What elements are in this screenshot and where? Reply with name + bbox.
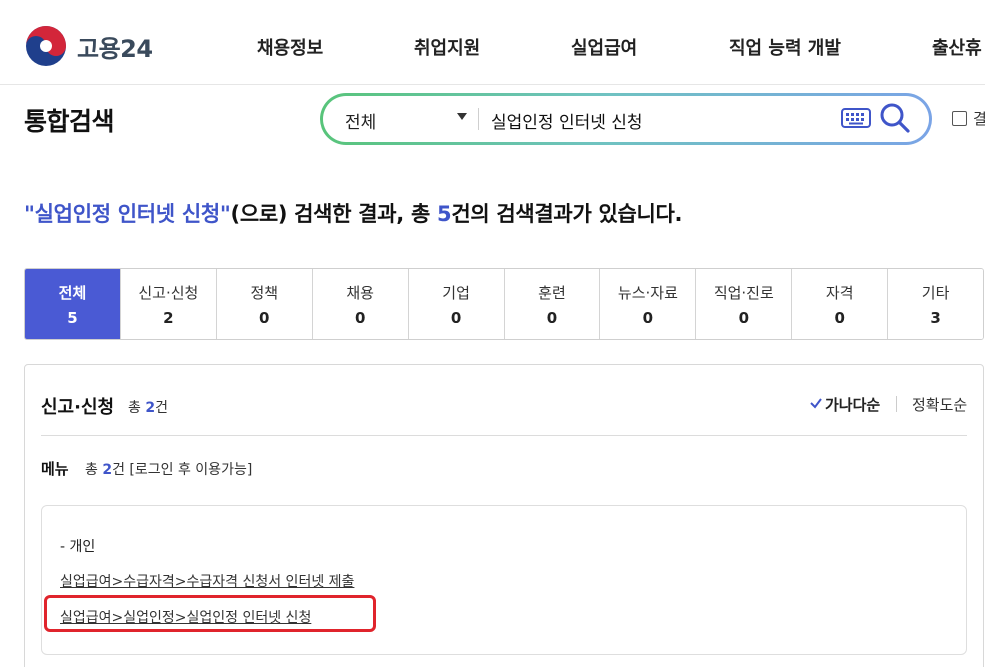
- keyboard-icon[interactable]: [841, 108, 871, 128]
- headline-mid-text: (으로) 검색한 결과, 총: [230, 202, 437, 226]
- sort-accuracy-button[interactable]: 정확도순: [912, 394, 967, 415]
- search-inner: 전체 실업인정 인터넷 신청: [323, 96, 929, 142]
- tab-career[interactable]: 직업·진로 0: [695, 269, 792, 339]
- tab-training[interactable]: 훈련 0: [503, 269, 600, 339]
- headline-count: 5: [437, 202, 452, 226]
- menu-total-prefix: 총: [85, 462, 103, 478]
- tab-policy[interactable]: 정책 0: [215, 269, 312, 339]
- section-total: 총 2건: [128, 397, 168, 417]
- tab-hiring[interactable]: 채용 0: [311, 269, 408, 339]
- search-icon[interactable]: [879, 102, 911, 134]
- search-divider: [478, 108, 479, 130]
- search-option-label: 결: [973, 110, 985, 128]
- tab-label: 채용: [346, 283, 374, 302]
- tab-report-apply[interactable]: 신고·신청 2: [119, 269, 216, 339]
- tab-certificate[interactable]: 자격 0: [791, 269, 888, 339]
- page-title: 통합검색: [24, 107, 115, 136]
- group-label: - 개인: [60, 539, 96, 555]
- headline-end-text: 건의 검색결과가 있습니다.: [451, 202, 683, 226]
- result-link[interactable]: 실업급여>실업인정>실업인정 인터넷 신청: [60, 607, 311, 627]
- nav-item-employment-support[interactable]: 취업지원: [414, 34, 480, 60]
- search-input[interactable]: 실업인정 인터넷 신청: [491, 108, 643, 133]
- menu-total-suffix: 건 [로그인 후 이용가능]: [112, 462, 253, 478]
- section-divider: [41, 435, 967, 436]
- tab-label: 기업: [442, 283, 470, 302]
- tab-count: 5: [67, 308, 78, 327]
- search-box: 전체 실업인정 인터넷 신청: [320, 93, 932, 145]
- tab-count: 0: [738, 308, 750, 327]
- check-icon: [810, 398, 822, 409]
- tab-label: 정책: [250, 283, 279, 302]
- tab-count: 0: [450, 308, 462, 327]
- sort-alphabetical-button[interactable]: 가나다순: [825, 394, 880, 415]
- tab-count: 0: [546, 308, 558, 327]
- tab-news[interactable]: 뉴스·자료 0: [599, 269, 696, 339]
- tab-label: 훈련: [538, 283, 566, 302]
- taegeuk-logo-icon: [26, 26, 66, 66]
- menu-total: 총 2건 [로그인 후 이용가능]: [85, 459, 252, 479]
- menu-result-card: - 개인 실업급여>수급자격>수급자격 신청서 인터넷 제출 실업급여>실업인정…: [41, 505, 967, 655]
- tab-count: 0: [354, 308, 366, 327]
- category-tabs: 전체 5 신고·신청 2 정책 0 채용 0 기업 0 훈련 0 뉴스·자료 0 직업·진로 0…: [24, 268, 984, 340]
- top-header: 고용24 채용정보 취업지원 실업급여 직업 능력 개발 출산휴: [0, 0, 985, 85]
- caret-down-icon[interactable]: [457, 113, 467, 120]
- tab-all[interactable]: 전체 5: [25, 269, 120, 339]
- menu-total-count: 2: [102, 462, 113, 478]
- tab-count: 2: [163, 308, 174, 327]
- tab-label: 전체: [58, 283, 87, 302]
- section-total-prefix: 총: [128, 400, 146, 416]
- tab-label: 기타: [921, 283, 950, 302]
- nav-item-skills-development[interactable]: 직업 능력 개발: [729, 34, 841, 60]
- headline-quote-open: ": [24, 202, 35, 226]
- tab-count: 0: [259, 308, 270, 327]
- tab-count: 3: [930, 308, 941, 327]
- nav-item-unemployment-benefits[interactable]: 실업급여: [571, 34, 637, 60]
- tab-label: 자격: [825, 283, 854, 302]
- nav-item-parental-leave[interactable]: 출산휴: [932, 34, 982, 60]
- tab-count: 0: [642, 308, 654, 327]
- result-headline: "실업인정 인터넷 신청"(으로) 검색한 결과, 총 5건의 검색결과가 있습…: [24, 198, 683, 228]
- tab-etc[interactable]: 기타 3: [887, 269, 983, 339]
- headline-keyword: 실업인정 인터넷 신청: [34, 202, 221, 226]
- section-title: 신고·신청: [41, 397, 115, 418]
- search-scope-select[interactable]: 전체: [345, 108, 376, 133]
- menu-title: 메뉴: [41, 460, 69, 478]
- section-total-count: 2: [145, 400, 156, 416]
- nav-item-jobs[interactable]: 채용정보: [257, 34, 323, 60]
- tab-count: 0: [834, 308, 845, 327]
- headline-quote-close: ": [219, 202, 231, 226]
- tab-label: 뉴스·자료: [617, 283, 678, 302]
- result-section: 신고·신청 총 2건 가나다순 정확도순 메뉴 총 2건 [로그인 후 이용가능…: [24, 364, 984, 667]
- tab-label: 신고·신청: [138, 283, 199, 302]
- search-option-checkbox[interactable]: [952, 111, 967, 126]
- logo-text: 고용24: [77, 34, 153, 63]
- sort-divider: [896, 396, 897, 412]
- section-total-suffix: 건: [155, 400, 168, 416]
- tab-company[interactable]: 기업 0: [407, 269, 504, 339]
- result-link[interactable]: 실업급여>수급자격>수급자격 신청서 인터넷 제출: [60, 571, 354, 591]
- site-logo[interactable]: 고용24: [25, 26, 153, 66]
- tab-label: 직업·진로: [713, 283, 774, 302]
